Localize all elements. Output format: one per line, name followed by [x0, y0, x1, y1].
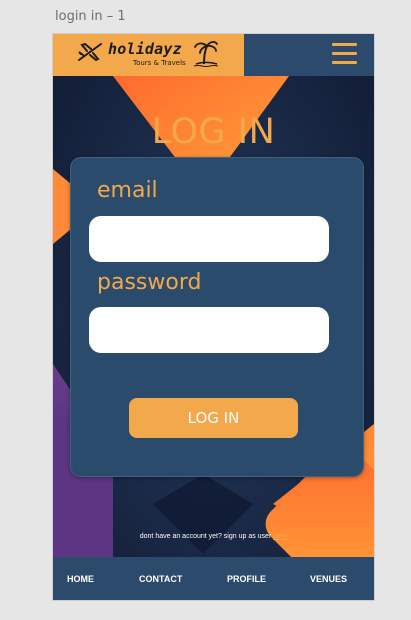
signup-prompt: dont have an account yet? sign up as use…: [53, 533, 374, 540]
nav-item-profile[interactable]: PROFILE: [227, 574, 266, 584]
password-label: password: [97, 270, 202, 295]
signup-text: dont have an account yet? sign up as use…: [139, 533, 274, 540]
nav-item-contact[interactable]: CONTACT: [139, 574, 182, 584]
brand-logo[interactable]: holidayz Tours & Travels: [53, 34, 244, 76]
nav-item-home[interactable]: HOME: [67, 574, 94, 584]
plane-icon: [78, 42, 102, 62]
brand-tagline: Tours & Travels: [133, 59, 186, 67]
app-screen: holidayz Tours & Travels LOG IN email pa…: [53, 34, 374, 600]
signup-link[interactable]: here: [273, 533, 287, 540]
password-field[interactable]: [89, 307, 329, 353]
palm-tree-icon: [193, 41, 219, 67]
login-button[interactable]: LOG IN: [129, 398, 298, 438]
hamburger-menu-icon[interactable]: [332, 43, 357, 65]
bottom-nav: HOME CONTACT PROFILE VENUES: [53, 557, 374, 600]
brand-name: holidayz: [108, 40, 182, 58]
artboard-title: login in – 1: [55, 9, 126, 24]
email-label: email: [97, 178, 158, 203]
email-field[interactable]: [89, 216, 329, 262]
login-card: email password LOG IN: [70, 157, 364, 477]
app-header: holidayz Tours & Travels: [53, 34, 374, 76]
page-title: LOG IN: [151, 112, 276, 153]
nav-item-venues[interactable]: VENUES: [310, 574, 347, 584]
